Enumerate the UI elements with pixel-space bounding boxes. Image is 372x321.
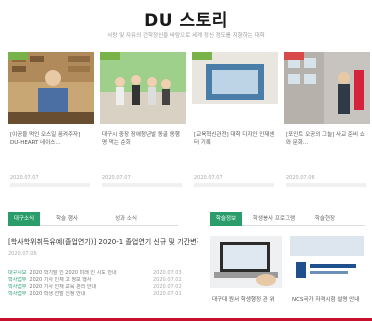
news-date: 2020.07.02 xyxy=(153,277,182,283)
card-date: 2020.07.07 xyxy=(194,175,223,181)
news-text: 2020 기사 인재 교육 관리 안내 xyxy=(29,284,97,290)
story-card[interactable]: [교육혁신관전] 대학 디지인 인재센터 기록 2020.07.07 xyxy=(192,52,278,192)
story-image[interactable] xyxy=(100,52,186,124)
story-card[interactable]: [이공을 먹인 오스일 꿈켜주자] DU-HEART 네이스... 2020.0… xyxy=(8,52,94,192)
notice-title[interactable]: [학사학위취득유예(졸업연기)] 2020-1 졸업연기 신규 및 기간변경 신… xyxy=(8,237,198,247)
news-date: 2020.07.02 xyxy=(153,284,182,290)
story-image[interactable] xyxy=(284,52,370,124)
news-text: 2020 기사 인재 고 정보 행사 xyxy=(29,277,92,283)
list-item[interactable]: 학사업무 2020 기사 인재 교육 관리 안내 2020.07.02 xyxy=(8,284,183,291)
card-divider xyxy=(102,183,182,187)
card-caption[interactable]: [포인트 오공의 그늘] 사교 준비 쇼와 문화... xyxy=(286,131,368,147)
tab-daegu-news[interactable]: 대구소식 xyxy=(8,212,40,226)
story-image[interactable] xyxy=(8,52,94,124)
card-caption[interactable]: [교육혁신관전] 대학 디지인 인재센터 기록 xyxy=(194,131,276,147)
news-date: 2020.07.03 xyxy=(153,270,182,276)
card-divider xyxy=(286,183,366,187)
card-divider xyxy=(10,183,90,187)
card-tag xyxy=(8,52,28,60)
story-card[interactable]: [포인트 오공의 그늘] 사교 준비 쇼와 문화... 2020.07.06 xyxy=(284,52,370,192)
card-date: 2020.07.06 xyxy=(286,175,315,181)
story-subtitle: 사랑 및 자유의 건학정신을 바탕으로 세계 정신 정도를 지향하는 대학 xyxy=(107,33,265,39)
program-tabs: 학술정보 학생봉사 프로그램 학술현장 xyxy=(210,212,365,226)
story-image[interactable] xyxy=(192,52,278,124)
news-kind: 학사업무 xyxy=(8,284,27,290)
notice-date: 2020.07.06 xyxy=(8,251,37,257)
card-date: 2020.07.07 xyxy=(102,175,131,181)
story-cards: [이공을 먹인 오스일 꿈켜주자] DU-HEART 네이스... 2020.0… xyxy=(8,52,370,192)
card-date: 2020.07.07 xyxy=(10,175,39,181)
news-kind: 대구시보 xyxy=(8,270,27,276)
news-text: 2020 학생 선발 신청 안내 xyxy=(29,291,86,297)
card-divider xyxy=(194,183,274,187)
news-kind: 학사업무 xyxy=(8,291,27,297)
news-date: 2020.07.01 xyxy=(153,291,182,297)
story-title: DU 스토리 xyxy=(144,11,228,31)
news-list: 대구시보 2020 학기말 인 2020 미래 인 시도 안내 2020.07.0… xyxy=(8,270,183,298)
list-item[interactable]: 학사업무 2020 기사 인재 고 정보 행사 2020.07.02 xyxy=(8,277,183,284)
ncs-image[interactable] xyxy=(290,236,364,288)
program-caption[interactable]: 대구대 원서 학생행정 관 위 xyxy=(212,295,275,303)
tab-academic-info[interactable]: 학술정보 xyxy=(210,212,242,226)
news-text: 2020 학기말 인 2020 미래 인 시도 안내 xyxy=(29,270,117,276)
program-image[interactable] xyxy=(210,236,282,288)
ncs-caption[interactable]: NCS국가 자격시험 설명 안내 xyxy=(292,295,359,303)
ncs-logo-mark xyxy=(296,262,306,278)
news-kind: 학사업무 xyxy=(8,277,27,283)
card-tag xyxy=(192,52,212,60)
list-item[interactable]: 대구시보 2020 학기말 인 2020 미래 인 시도 안내 2020.07.0… xyxy=(8,270,183,277)
tab-volunteer-program[interactable]: 학생봉사 프로그램 xyxy=(248,212,300,226)
card-caption[interactable]: [이공을 먹인 오스일 꿈켜주자] DU-HEART 네이스... xyxy=(10,131,92,147)
tab-achievements[interactable]: 성과 소식 xyxy=(106,212,146,226)
tab-academic-events[interactable]: 학술 행사 xyxy=(48,212,86,226)
card-tag xyxy=(100,52,120,60)
list-item[interactable]: 학사업무 2020 학생 선발 신청 안내 2020.07.01 xyxy=(8,291,183,298)
card-tag xyxy=(284,52,304,60)
news-tabs: 대구소식 학술 행사 성과 소식 xyxy=(8,212,178,226)
story-card[interactable]: 대구시 중장 장애청년발 동골 동행 명 먹는 순회 2020.07.07 xyxy=(100,52,186,192)
tab-academic-field[interactable]: 학술현장 xyxy=(306,212,344,226)
card-caption[interactable]: 대구시 중장 장애청년발 동골 동행 명 먹는 순회 xyxy=(102,131,184,147)
